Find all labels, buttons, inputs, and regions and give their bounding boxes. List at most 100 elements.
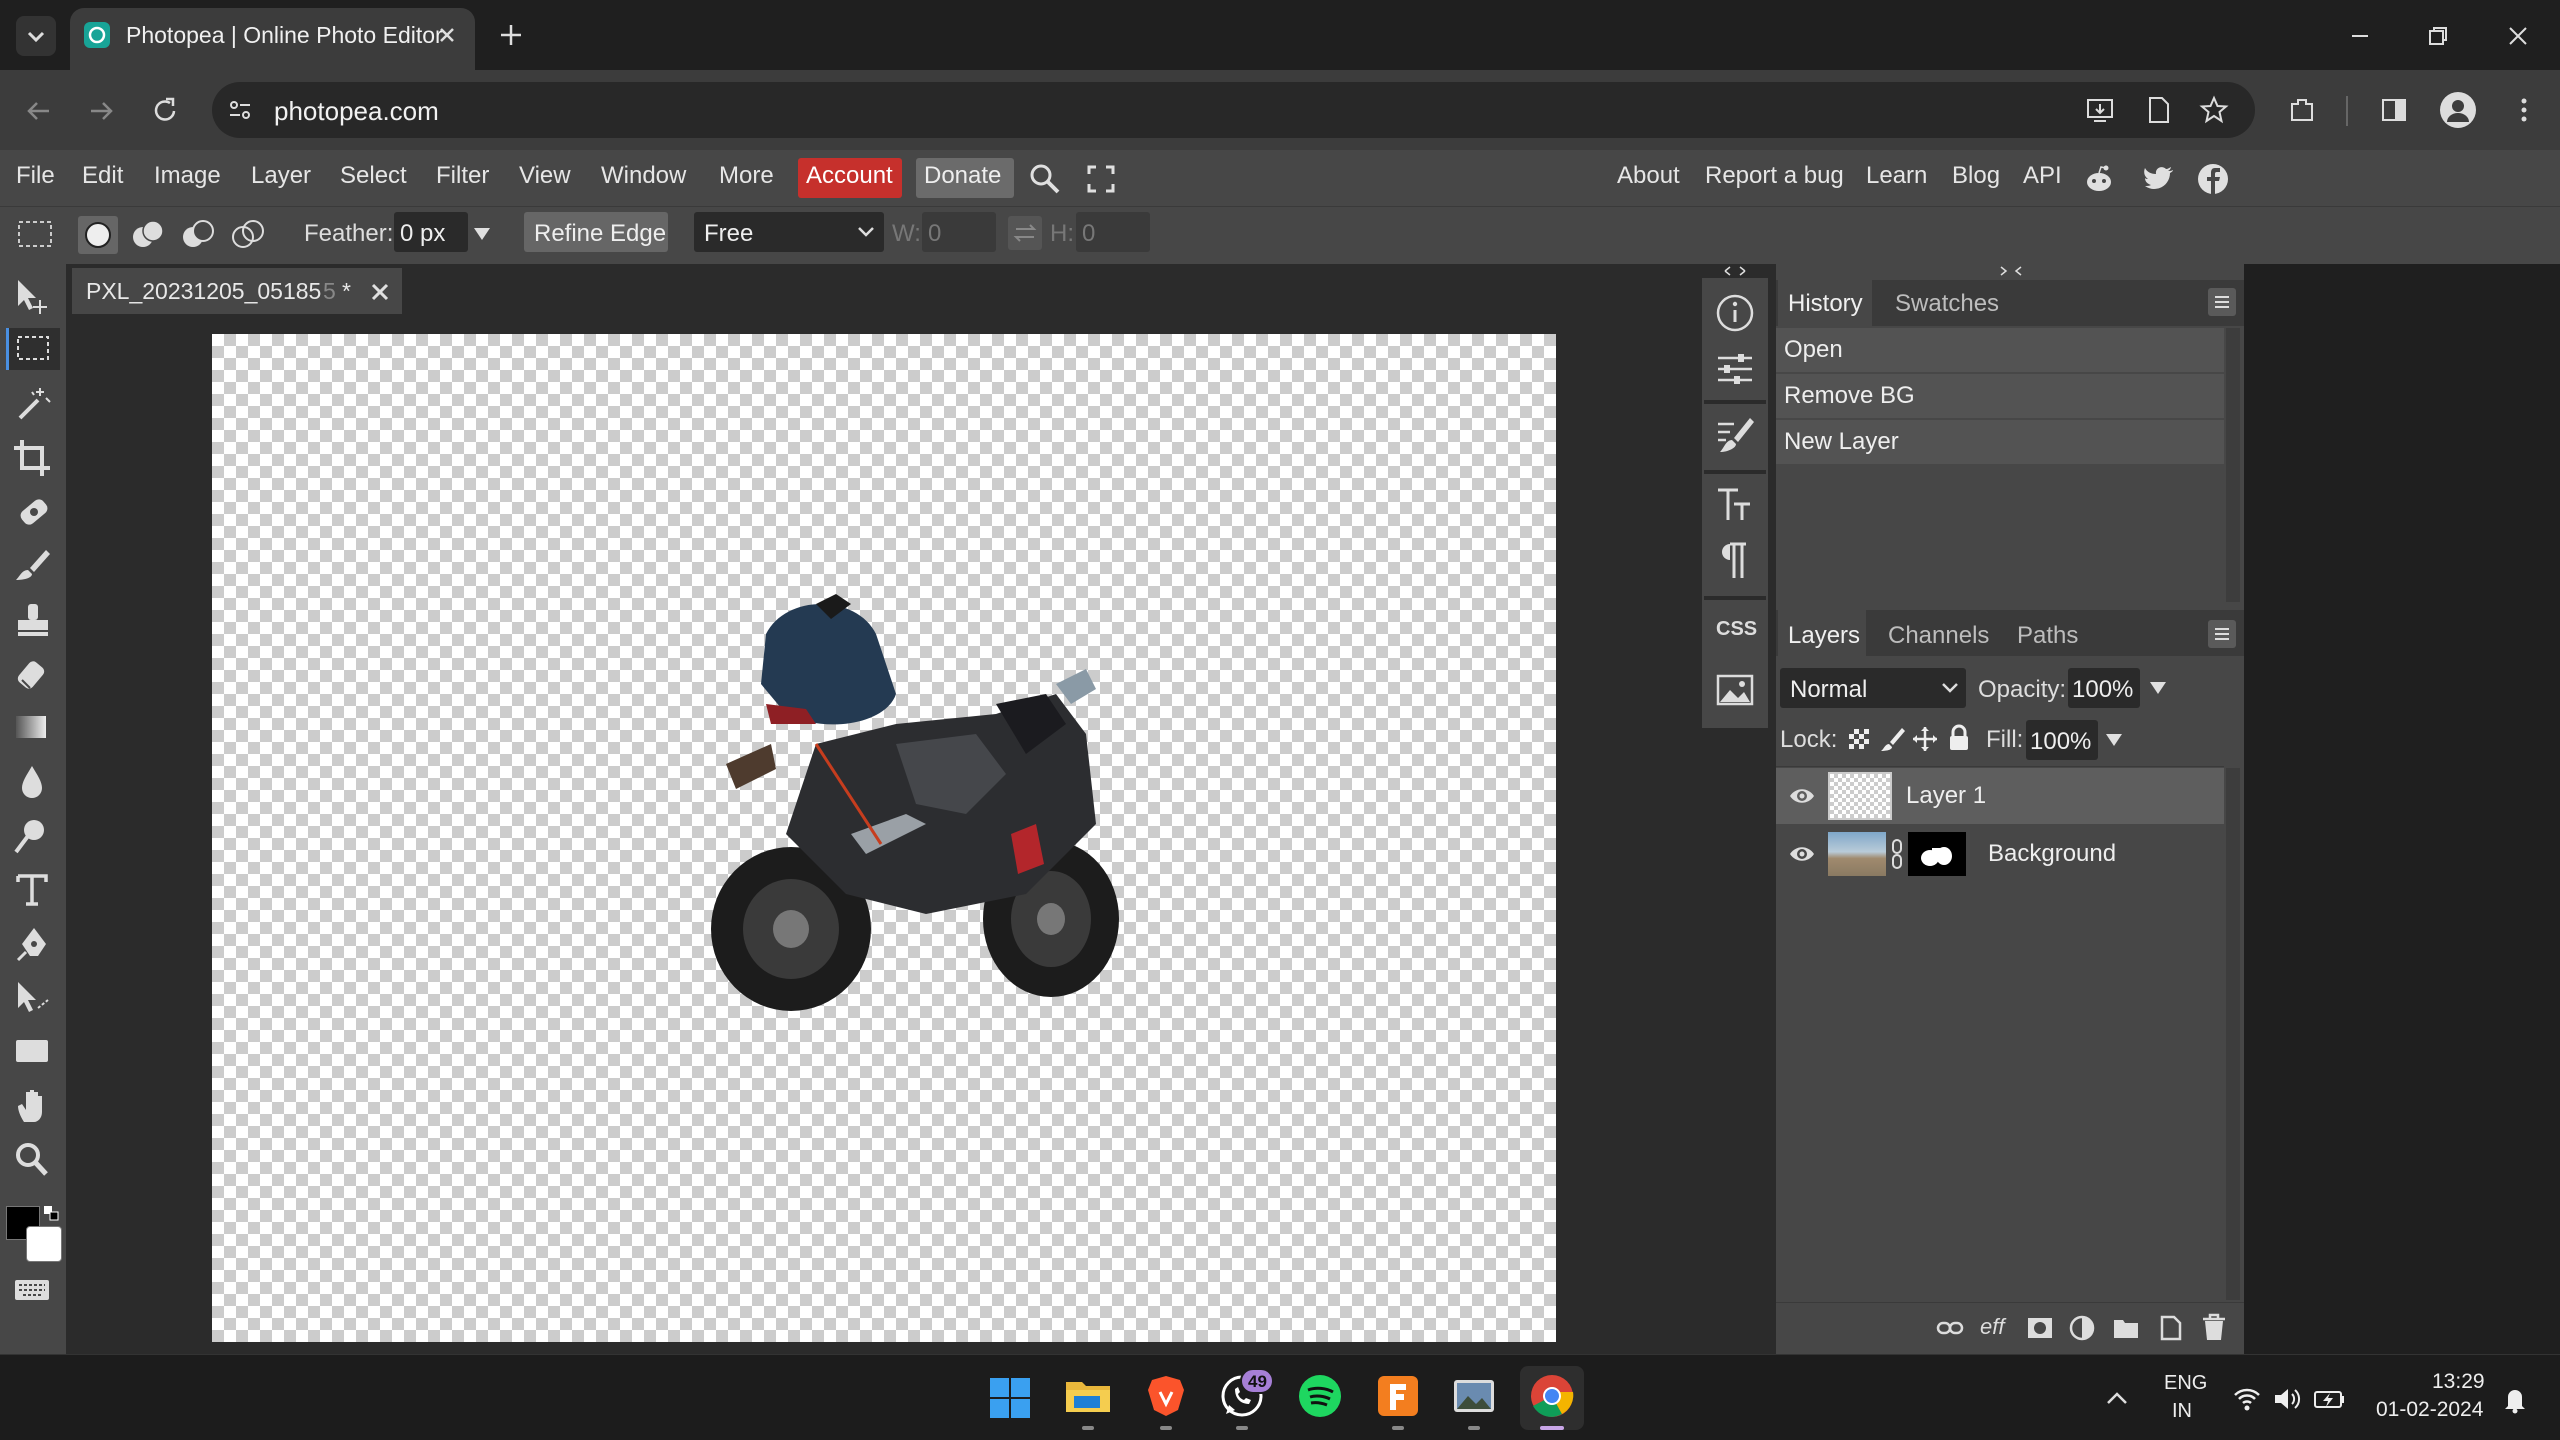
account-button[interactable]: Account <box>798 158 902 198</box>
info-panel-icon[interactable] <box>1714 292 1756 334</box>
selection-add-icon[interactable] <box>128 216 168 254</box>
menu-layer[interactable]: Layer <box>251 162 311 190</box>
close-document-icon[interactable] <box>368 280 392 304</box>
tab-channels[interactable]: Channels <box>1888 622 1989 650</box>
character-panel-icon[interactable] <box>1714 484 1756 526</box>
menu-edit[interactable]: Edit <box>82 162 123 190</box>
pen-tool-icon[interactable] <box>12 924 54 964</box>
eye-visibility-icon[interactable] <box>1788 842 1816 866</box>
brush-tool-icon[interactable] <box>12 546 54 586</box>
healing-brush-tool-icon[interactable] <box>12 492 54 532</box>
tab-history[interactable]: History <box>1788 290 1863 318</box>
clock-date[interactable]: 01-02-2024 <box>2376 1398 2483 1422</box>
image-panel-icon[interactable] <box>1714 670 1756 710</box>
swap-dimensions-icon[interactable] <box>1008 216 1042 250</box>
fusion-360-icon[interactable] <box>1374 1372 1422 1420</box>
lock-transparency-icon[interactable] <box>1846 726 1872 752</box>
bookmark-star-icon[interactable] <box>2198 94 2230 126</box>
notification-bell-icon[interactable] <box>2500 1384 2530 1414</box>
menu-select[interactable]: Select <box>340 162 407 190</box>
lock-all-icon[interactable] <box>1946 724 1972 752</box>
hand-tool-icon[interactable] <box>12 1086 54 1126</box>
brush-settings-panel-icon[interactable] <box>1714 414 1756 456</box>
link-chain-icon[interactable] <box>1890 838 1904 870</box>
add-mask-icon[interactable] <box>2026 1314 2054 1342</box>
collapse-right-arrows-icon[interactable] <box>1998 264 2024 278</box>
selection-subtract-icon[interactable] <box>178 216 218 254</box>
width-input[interactable]: 0 <box>922 212 996 252</box>
address-bar[interactable] <box>212 82 2255 138</box>
menu-filter[interactable]: Filter <box>436 162 489 190</box>
type-tool-icon[interactable] <box>12 870 54 910</box>
paragraph-panel-icon[interactable] <box>1714 540 1756 582</box>
restore-window-icon[interactable] <box>2422 20 2454 52</box>
css-panel-icon[interactable]: CSS <box>1714 616 1757 646</box>
feather-input[interactable]: 0 px <box>394 212 468 252</box>
facebook-icon[interactable] <box>2196 162 2230 196</box>
clone-stamp-tool-icon[interactable] <box>12 600 54 640</box>
magic-wand-tool-icon[interactable] <box>12 384 54 424</box>
minimize-window-icon[interactable] <box>2344 20 2376 52</box>
new-group-folder-icon[interactable] <box>2112 1314 2140 1342</box>
install-app-icon[interactable] <box>2084 94 2116 126</box>
crop-tool-icon[interactable] <box>12 438 54 478</box>
marquee-tool-preset-icon[interactable] <box>16 218 54 250</box>
extensions-icon[interactable] <box>2286 94 2318 126</box>
profile-avatar-icon[interactable] <box>2440 92 2476 128</box>
eraser-tool-icon[interactable] <box>12 654 54 694</box>
link-api[interactable]: API <box>2023 162 2062 190</box>
lock-position-move-icon[interactable] <box>1912 726 1938 752</box>
menu-image[interactable]: Image <box>154 162 221 190</box>
blur-tool-icon[interactable] <box>12 762 54 802</box>
blend-mode-select[interactable]: Normal <box>1780 668 1966 708</box>
link-about[interactable]: About <box>1617 162 1680 190</box>
menu-window[interactable]: Window <box>601 162 686 190</box>
donate-button[interactable]: Donate <box>916 158 1014 198</box>
layer-row-layer-1[interactable]: Layer 1 <box>1776 768 2224 824</box>
reading-mode-icon[interactable] <box>2142 94 2174 126</box>
collapse-left-arrows-icon[interactable] <box>1722 264 1748 278</box>
rect-select-tool-icon[interactable] <box>6 328 60 370</box>
reddit-icon[interactable] <box>2082 162 2116 196</box>
tab-layers[interactable]: Layers <box>1788 622 1860 650</box>
history-panel-menu-icon[interactable] <box>2208 288 2236 316</box>
refine-edge-button[interactable]: Refine Edge <box>524 212 668 252</box>
photos-app-icon[interactable] <box>1450 1372 1498 1420</box>
opacity-input[interactable]: 100% <box>2068 668 2140 708</box>
adjustments-panel-icon[interactable] <box>1714 348 1756 390</box>
layers-scrollbar[interactable] <box>2226 768 2240 1300</box>
opacity-dropdown-icon[interactable] <box>2146 676 2170 700</box>
document-tab[interactable]: PXL_20231205_05185 5 * <box>72 268 402 314</box>
selection-style-select[interactable]: Free <box>694 212 884 252</box>
file-explorer-icon[interactable] <box>1064 1372 1112 1420</box>
menu-file[interactable]: File <box>16 162 55 190</box>
volume-icon[interactable] <box>2272 1384 2302 1414</box>
document-canvas[interactable] <box>212 334 1556 1342</box>
new-layer-icon[interactable] <box>2156 1314 2184 1342</box>
link-report-bug[interactable]: Report a bug <box>1705 162 1844 190</box>
browser-menu-icon[interactable] <box>2508 94 2540 126</box>
language-top[interactable]: ENG <box>2164 1372 2207 1395</box>
rectangle-shape-tool-icon[interactable] <box>12 1032 54 1072</box>
swap-colors-icon[interactable] <box>40 1204 60 1222</box>
delete-layer-trash-icon[interactable] <box>2200 1312 2228 1342</box>
menu-more[interactable]: More <box>719 162 774 190</box>
url-text[interactable]: photopea.com <box>274 96 439 127</box>
path-select-tool-icon[interactable] <box>12 978 54 1018</box>
history-item-remove-bg[interactable]: Remove BG <box>1776 374 2224 418</box>
chrome-icon[interactable] <box>1528 1372 1576 1420</box>
layers-panel-menu-icon[interactable] <box>2208 620 2236 648</box>
history-item-new-layer[interactable]: New Layer <box>1776 420 2224 464</box>
link-learn[interactable]: Learn <box>1866 162 1927 190</box>
site-info-icon[interactable] <box>226 96 254 124</box>
history-item-open[interactable]: Open <box>1776 328 2224 372</box>
selection-intersect-icon[interactable] <box>228 216 268 254</box>
background-color-swatch[interactable] <box>26 1226 62 1262</box>
close-window-icon[interactable] <box>2502 20 2534 52</box>
gradient-tool-icon[interactable] <box>12 708 54 748</box>
close-tab-icon[interactable] <box>434 22 460 48</box>
feather-dropdown-icon[interactable] <box>470 222 494 246</box>
fill-dropdown-icon[interactable] <box>2102 728 2126 752</box>
link-blog[interactable]: Blog <box>1952 162 2000 190</box>
selection-new-icon[interactable] <box>78 216 118 254</box>
